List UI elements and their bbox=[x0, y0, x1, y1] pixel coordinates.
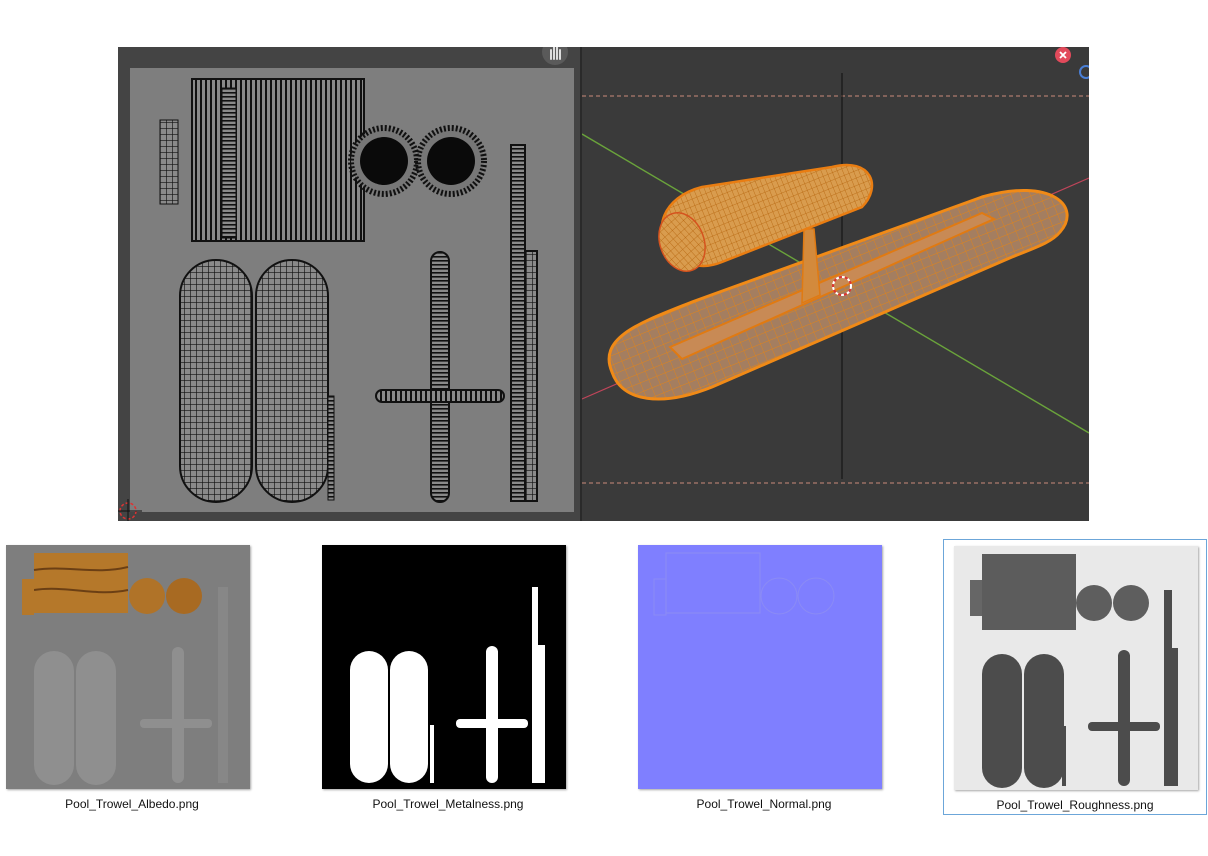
uv-island-strip bbox=[159, 119, 179, 205]
texture-thumbnail-normal[interactable]: Pool_Trowel_Normal.png bbox=[632, 539, 896, 815]
uv-island-cross-horizontal bbox=[375, 389, 505, 403]
albedo-texture-image bbox=[6, 545, 250, 789]
uv-island-cross-vertical bbox=[430, 251, 450, 503]
trowel-stem bbox=[801, 228, 821, 305]
texture-filename: Pool_Trowel_Albedo.png bbox=[65, 797, 199, 811]
uv-canvas[interactable] bbox=[130, 68, 574, 512]
metalness-texture-image bbox=[322, 545, 566, 789]
uv-island-tall-strip bbox=[510, 144, 526, 502]
texture-thumbnail-metalness[interactable]: Pool_Trowel_Metalness.png bbox=[316, 539, 580, 815]
uv-layout bbox=[159, 78, 538, 503]
roughness-texture-image bbox=[954, 546, 1198, 790]
uv-island-handle-cap bbox=[221, 87, 237, 239]
texture-filename: Pool_Trowel_Normal.png bbox=[696, 797, 832, 811]
hand-icon[interactable] bbox=[542, 47, 568, 65]
uv-island-capsule-right bbox=[255, 259, 329, 503]
normal-texture-image bbox=[638, 545, 882, 789]
uv-island-capsule-left bbox=[179, 259, 253, 503]
texture-filename: Pool_Trowel_Roughness.png bbox=[996, 798, 1154, 812]
3d-viewport[interactable] bbox=[581, 47, 1089, 521]
uv-island-handle bbox=[191, 78, 365, 242]
2d-cursor-icon[interactable] bbox=[118, 499, 142, 521]
uv-editor-panel[interactable] bbox=[118, 47, 580, 521]
uv-island-tall-strip-2 bbox=[524, 250, 538, 502]
navigation-gizmo-icon[interactable] bbox=[1079, 65, 1089, 79]
texture-thumbnail-roughness[interactable]: Pool_Trowel_Roughness.png bbox=[943, 539, 1207, 815]
viewport-scene bbox=[581, 73, 1089, 484]
texture-filename: Pool_Trowel_Metalness.png bbox=[372, 797, 524, 811]
blender-editor bbox=[118, 47, 1089, 521]
uv-island-thin-strip bbox=[327, 395, 335, 501]
close-icon[interactable] bbox=[1055, 47, 1071, 63]
texture-thumbnail-albedo[interactable]: Pool_Trowel_Albedo.png bbox=[0, 539, 264, 815]
